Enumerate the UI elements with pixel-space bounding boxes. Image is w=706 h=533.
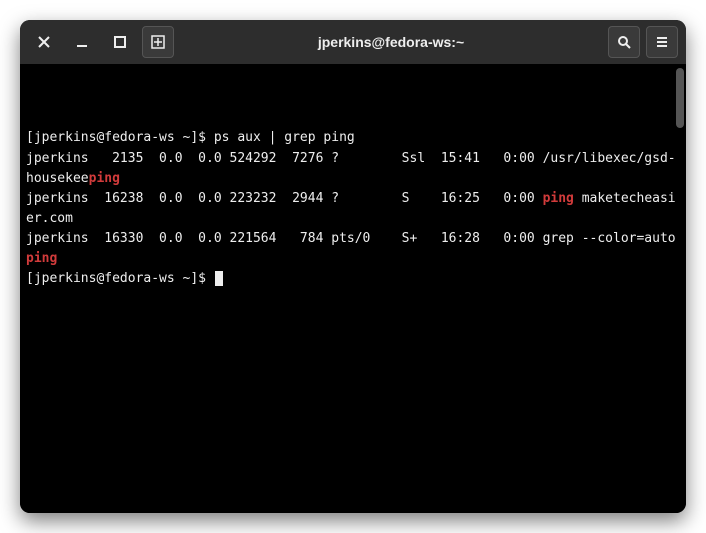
prompt-prefix-2: [jperkins@fedora-ws ~]$: [26, 271, 214, 286]
prompt-line: [jperkins@fedora-ws ~]$ ps aux | grep pi…: [26, 128, 680, 148]
menu-button[interactable]: [646, 26, 678, 58]
prompt-prefix: [jperkins@fedora-ws ~]$: [26, 130, 214, 145]
process-row: jperkins 16330 0.0 0.0 221564 784 pts/0 …: [26, 229, 680, 269]
close-icon: [37, 35, 51, 49]
new-tab-button[interactable]: [142, 26, 174, 58]
process-row: jperkins 2135 0.0 0.0 524292 7276 ? Ssl …: [26, 149, 680, 189]
terminal-window: jperkins@fedora-ws:~ [jperkins@fedora-ws…: [20, 20, 686, 513]
minimize-icon: [75, 35, 89, 49]
search-button[interactable]: [608, 26, 640, 58]
scrollbar-thumb[interactable]: [676, 68, 684, 128]
grep-highlight: ping: [89, 171, 120, 186]
terminal-output[interactable]: [jperkins@fedora-ws ~]$ ps aux | grep pi…: [20, 64, 686, 513]
grep-highlight: ping: [543, 191, 574, 206]
process-row: jperkins 16238 0.0 0.0 223232 2944 ? S 1…: [26, 189, 680, 229]
hamburger-icon: [655, 35, 669, 49]
minimize-button[interactable]: [66, 26, 98, 58]
command-text: ps aux | grep ping: [214, 130, 355, 145]
maximize-button[interactable]: [104, 26, 136, 58]
grep-highlight: ping: [26, 251, 57, 266]
close-button[interactable]: [28, 26, 60, 58]
plus-box-icon: [151, 35, 165, 49]
titlebar: jperkins@fedora-ws:~: [20, 20, 686, 64]
cursor: [215, 271, 223, 286]
search-icon: [617, 35, 631, 49]
maximize-icon: [113, 35, 127, 49]
window-title: jperkins@fedora-ws:~: [180, 34, 602, 50]
prompt-line-2: [jperkins@fedora-ws ~]$: [26, 269, 680, 289]
